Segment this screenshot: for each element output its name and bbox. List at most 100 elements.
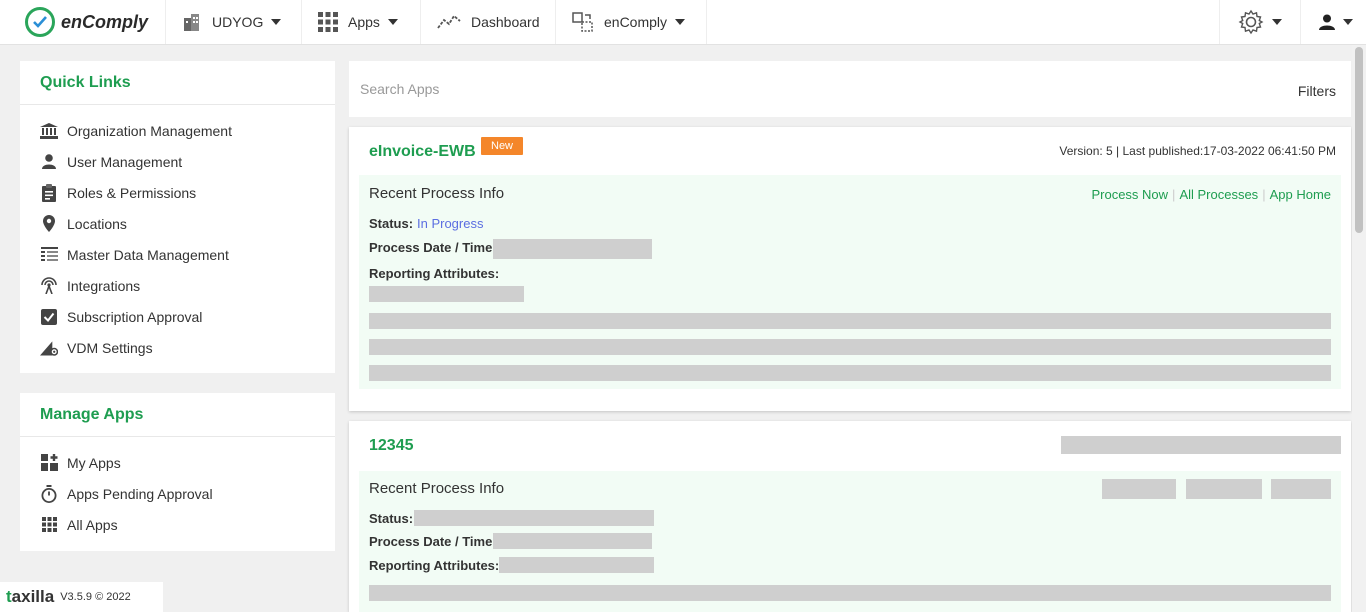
app-version: V3.5.9 © 2022 bbox=[60, 591, 131, 603]
recent-process-info: Recent Process Info Process Now | All Pr… bbox=[359, 175, 1341, 389]
app-home-link[interactable]: App Home bbox=[1270, 187, 1331, 202]
quick-links-card: Quick Links Organization Management User… bbox=[20, 61, 335, 373]
grid-icon bbox=[40, 516, 58, 534]
manage-link-my-apps[interactable]: My Apps bbox=[20, 447, 335, 478]
quick-link-label: Subscription Approval bbox=[67, 308, 203, 325]
broadcast-icon bbox=[40, 277, 58, 295]
quick-link-label: Roles & Permissions bbox=[67, 184, 197, 201]
footer: taxilla V3.5.9 © 2022 bbox=[0, 582, 163, 612]
manage-link-apps-pending-approval[interactable]: Apps Pending Approval bbox=[20, 478, 335, 509]
org-switcher[interactable]: UDYOG bbox=[166, 0, 302, 44]
scrollbar-thumb[interactable] bbox=[1355, 47, 1363, 233]
chevron-down-icon bbox=[675, 19, 686, 25]
apps-menu[interactable]: Apps bbox=[302, 0, 421, 44]
chevron-down-icon bbox=[387, 19, 398, 25]
quick-link-label: Organization Management bbox=[67, 122, 232, 139]
process-now-link[interactable]: Process Now bbox=[1091, 187, 1168, 202]
dashboard-link[interactable]: Dashboard bbox=[421, 0, 556, 44]
taxilla-logo: taxilla bbox=[6, 587, 55, 606]
search-input[interactable] bbox=[360, 81, 760, 97]
loading-placeholder bbox=[1271, 479, 1331, 499]
process-actions: Process Now | All Processes | App Home bbox=[1091, 187, 1331, 202]
encomply-logo-icon bbox=[25, 7, 55, 37]
org-name: UDYOG bbox=[212, 14, 264, 30]
quick-link-label: Locations bbox=[67, 215, 127, 232]
quick-link-organization-management[interactable]: Organization Management bbox=[20, 115, 335, 146]
brand[interactable]: enComply bbox=[0, 0, 166, 44]
check-square-icon bbox=[40, 308, 58, 326]
switch-app-icon bbox=[572, 12, 594, 32]
top-navbar: enComply UDYOG Apps Dashboard enComply bbox=[0, 0, 1366, 45]
loading-placeholder bbox=[369, 585, 1331, 601]
table-icon bbox=[40, 246, 58, 264]
manage-link-label: My Apps bbox=[67, 454, 121, 471]
recent-process-heading: Recent Process Info bbox=[369, 480, 505, 497]
manage-apps-title: Manage Apps bbox=[20, 393, 335, 437]
app-card: 12345 Recent Process Info Status: Proces… bbox=[349, 421, 1351, 612]
bank-icon bbox=[40, 122, 58, 140]
chevron-down-icon bbox=[1343, 19, 1353, 25]
recent-process-heading: Recent Process Info bbox=[369, 185, 505, 202]
quick-link-roles-permissions[interactable]: Roles & Permissions bbox=[20, 177, 335, 208]
all-processes-link[interactable]: All Processes bbox=[1179, 187, 1258, 202]
loading-placeholder bbox=[493, 533, 652, 549]
app-title[interactable]: 12345 bbox=[369, 437, 414, 455]
quick-links-title: Quick Links bbox=[20, 61, 335, 105]
loading-placeholder bbox=[414, 510, 654, 526]
manage-link-label: Apps Pending Approval bbox=[67, 485, 213, 502]
new-badge: New bbox=[481, 137, 524, 155]
reporting-attributes-label: Reporting Attributes: bbox=[369, 558, 500, 573]
quick-link-label: Integrations bbox=[67, 277, 141, 294]
grid-icon bbox=[318, 12, 338, 32]
user-icon bbox=[40, 153, 58, 171]
brand-name: enComply bbox=[61, 11, 149, 32]
trend-chart-icon bbox=[437, 13, 461, 31]
chevron-down-icon bbox=[271, 19, 282, 25]
process-date-label: Process Date / Time: bbox=[369, 240, 497, 255]
filters-button[interactable]: Filters bbox=[1298, 83, 1336, 99]
quick-link-user-management[interactable]: User Management bbox=[20, 146, 335, 177]
user-icon bbox=[1319, 14, 1335, 30]
user-menu[interactable] bbox=[1300, 0, 1366, 44]
building-icon bbox=[182, 13, 202, 31]
app-title[interactable]: eInvoice-EWB bbox=[369, 143, 476, 161]
product-switcher[interactable]: enComply bbox=[556, 0, 707, 44]
loading-placeholder bbox=[499, 557, 654, 573]
manage-link-all-apps[interactable]: All Apps bbox=[20, 509, 335, 540]
loading-placeholder bbox=[369, 339, 1331, 355]
settings-menu[interactable] bbox=[1219, 0, 1300, 44]
quick-link-label: Master Data Management bbox=[67, 246, 229, 263]
dashboard-label: Dashboard bbox=[471, 14, 540, 30]
recent-process-info: Recent Process Info Status: Process Date… bbox=[359, 471, 1341, 612]
stopwatch-icon bbox=[40, 484, 58, 503]
loading-placeholder bbox=[1102, 479, 1176, 499]
quick-link-label: User Management bbox=[67, 153, 183, 170]
quick-link-master-data-management[interactable]: Master Data Management bbox=[20, 239, 335, 270]
version-info: Version: 5 | Last published:17-03-2022 0… bbox=[1059, 144, 1336, 158]
quick-link-vdm-settings[interactable]: VDM Settings bbox=[20, 332, 335, 363]
clipboard-icon bbox=[40, 183, 58, 202]
reporting-attributes-label: Reporting Attributes: bbox=[369, 266, 500, 281]
gear-icon bbox=[1238, 9, 1264, 35]
status-label: Status: bbox=[369, 216, 414, 231]
loading-placeholder bbox=[1186, 479, 1262, 499]
manage-apps-card: Manage Apps My Apps Apps Pending Approva… bbox=[20, 393, 335, 551]
map-pin-icon bbox=[40, 215, 58, 233]
quick-link-label: VDM Settings bbox=[67, 339, 153, 356]
quick-link-locations[interactable]: Locations bbox=[20, 208, 335, 239]
status-label: Status: bbox=[369, 511, 414, 526]
search-bar: Filters bbox=[349, 61, 1351, 117]
page-scrollbar[interactable] bbox=[1352, 45, 1366, 612]
app-card: eInvoice-EWB New Version: 5 | Last publi… bbox=[349, 127, 1351, 411]
status-value: In Progress bbox=[417, 216, 484, 231]
manage-link-label: All Apps bbox=[67, 516, 118, 533]
loading-placeholder bbox=[369, 365, 1331, 381]
product-name: enComply bbox=[604, 14, 668, 30]
loading-placeholder bbox=[493, 239, 652, 259]
settings-triangle-icon bbox=[40, 339, 58, 357]
quick-link-subscription-approval[interactable]: Subscription Approval bbox=[20, 301, 335, 332]
chevron-down-icon bbox=[1272, 19, 1282, 25]
loading-placeholder bbox=[369, 286, 524, 302]
quick-link-integrations[interactable]: Integrations bbox=[20, 270, 335, 301]
apps-add-icon bbox=[40, 454, 58, 472]
